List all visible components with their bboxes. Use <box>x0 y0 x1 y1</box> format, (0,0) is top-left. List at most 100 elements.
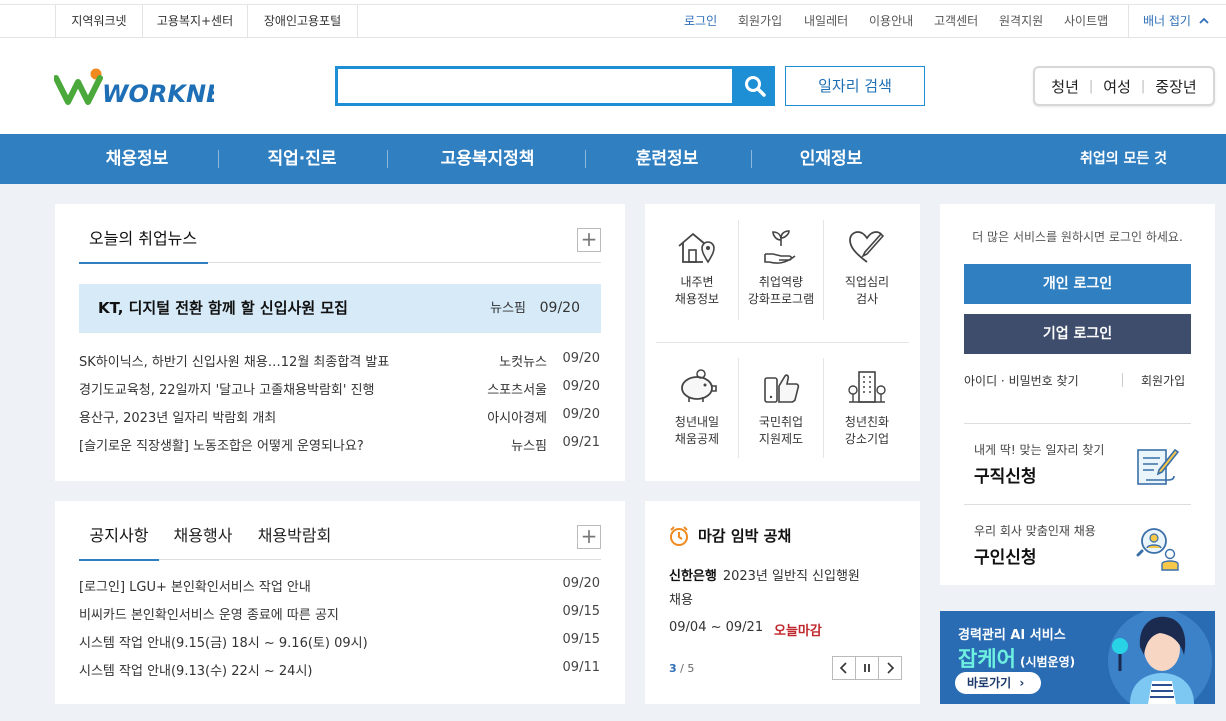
search-button[interactable] <box>735 66 775 106</box>
jobcare-ad-banner[interactable]: 경력관리 AI 서비스 잡케어 (시범운영) 바로가기 › <box>940 611 1215 704</box>
naeil-letter-link[interactable]: 내일레터 <box>804 4 848 38</box>
chevron-right-icon <box>879 662 901 683</box>
search-input[interactable] <box>335 66 735 106</box>
deadline-status: 오늘마감 <box>774 624 822 639</box>
personal-login-button[interactable]: 개인 로그인 <box>964 264 1191 304</box>
deadline-job-posting[interactable]: 신한은행 2023년 일반직 신입행원 채용 <box>669 565 899 613</box>
next-button[interactable] <box>878 656 902 680</box>
news-item-date: 09/20 <box>562 407 600 422</box>
job-seek-title[interactable]: 구직신청 <box>974 462 1037 487</box>
notice-item-title[interactable]: 시스템 작업 안내(9.13(수) 22시 ~ 24시) <box>79 660 519 679</box>
find-id-password-link[interactable]: 아이디 · 비밀번호 찾기 <box>964 372 1079 389</box>
news-item-title[interactable]: 경기도교육청, 22일까지 '달고나 고졸채용박람회' 진행 <box>79 379 469 398</box>
hire-subtitle: 우리 회사 맞춤인재 채용 <box>974 524 1096 538</box>
signup-link[interactable]: 회원가입 <box>738 4 782 38</box>
customer-center-link[interactable]: 고객센터 <box>934 4 978 38</box>
remote-support-link[interactable]: 원격지원 <box>999 4 1043 38</box>
news-item-date: 09/21 <box>562 435 600 450</box>
service-psych-test[interactable]: 직업심리 검사 <box>825 226 909 308</box>
logo-text: WORKNET <box>102 80 214 108</box>
ad-cta-button[interactable]: 바로가기 › <box>955 672 1041 694</box>
nav-divider <box>751 150 752 168</box>
service-youth-friendly-companies[interactable]: 청년친화 강소기업 <box>825 366 909 448</box>
ad-line2: 잡케어 <box>958 647 1016 671</box>
service-employability-program[interactable]: 취업역량 강화프로그램 <box>739 226 823 308</box>
notice-more-button[interactable]: + <box>577 525 601 549</box>
deadline-period: 09/04 ~ 09/21 <box>669 620 764 635</box>
piggy-bank-icon <box>655 366 739 408</box>
target-youth[interactable]: 청년 <box>1051 76 1079 97</box>
featured-news-title[interactable]: KT, 디지털 전환 함께 할 신입사원 모집 <box>98 284 438 333</box>
news-more-button[interactable]: + <box>577 228 601 252</box>
featured-news-date: 09/20 <box>539 300 580 316</box>
thumbs-up-icon <box>739 366 823 408</box>
service-label: 검사 <box>855 292 879 306</box>
nav-talent[interactable]: 인재정보 <box>776 134 886 184</box>
hire-title[interactable]: 구인신청 <box>974 543 1037 568</box>
ad-character-illustration <box>1108 611 1212 704</box>
service-nearby-jobs[interactable]: 내주변 채용정보 <box>655 226 739 308</box>
nav-recruitment[interactable]: 채용정보 <box>83 134 191 184</box>
tab-recruit-events[interactable]: 채용행사 <box>163 524 243 548</box>
pause-icon <box>856 664 878 683</box>
link-disability-employment-portal[interactable]: 장애인고용포털 <box>248 4 358 38</box>
ad-cta-label: 바로가기 <box>967 676 1012 690</box>
link-employment-welfare-center[interactable]: 고용복지+센터 <box>143 4 248 38</box>
page-current: 3 <box>669 662 677 675</box>
chevron-right-icon: › <box>1019 676 1025 690</box>
hand-plant-icon <box>739 226 823 268</box>
nav-divider <box>387 150 388 168</box>
signup-link[interactable]: 회원가입 <box>1141 372 1185 389</box>
featured-news-source: 뉴스핌 <box>490 301 526 316</box>
service-label: 청년친화 <box>844 415 890 429</box>
deadline-desc: 채용 <box>669 593 693 608</box>
service-national-employment-support[interactable]: 국민취업 지원제도 <box>739 366 823 448</box>
worknet-logo[interactable]: WORKNET <box>53 64 240 108</box>
service-label: 강소기업 <box>844 432 890 446</box>
company-login-button[interactable]: 기업 로그인 <box>964 314 1191 354</box>
news-item-title[interactable]: [슬기로운 직장생활] 노동조합은 어떻게 운영되나요? <box>79 435 469 454</box>
tab-notices[interactable]: 공지사항 <box>79 524 159 561</box>
divider: | <box>1088 78 1094 94</box>
nav-training[interactable]: 훈련정보 <box>612 134 722 184</box>
building-icon <box>825 366 909 408</box>
news-item-source: 노컷뉴스 <box>499 355 547 370</box>
notice-item-title[interactable]: 시스템 작업 안내(9.15(금) 18시 ~ 9.16(토) 09시) <box>79 632 519 651</box>
news-item-title[interactable]: 용산구, 2023년 일자리 박람회 개최 <box>79 407 469 426</box>
divider <box>823 358 824 458</box>
link-regional-worknet[interactable]: 지역워크넷 <box>55 4 143 38</box>
login-link[interactable]: 로그인 <box>684 4 717 38</box>
tab-today-news[interactable]: 오늘의 취업뉴스 <box>79 226 208 264</box>
notice-item-title[interactable]: 비씨카드 본인확인서비스 운영 종료에 따른 공지 <box>79 604 519 623</box>
news-item-source: 아시아경제 <box>487 411 547 426</box>
notice-item-date: 09/15 <box>562 604 600 619</box>
target-women[interactable]: 여성 <box>1103 76 1131 97</box>
chevron-left-icon <box>833 662 855 683</box>
nav-career[interactable]: 직업·진로 <box>247 134 357 184</box>
pause-button[interactable] <box>855 656 879 680</box>
deadline-pagination: 3 / 5 <box>669 662 694 675</box>
service-label: 강화프로그램 <box>747 292 815 306</box>
guide-link[interactable]: 이용안내 <box>869 4 913 38</box>
page-total: 5 <box>687 662 695 675</box>
tab-job-fairs[interactable]: 채용박람회 <box>247 524 342 548</box>
sitemap-link[interactable]: 사이트맵 <box>1064 4 1108 38</box>
banner-toggle-button[interactable]: 배너 접기 <box>1128 4 1226 38</box>
prev-button[interactable] <box>832 656 856 680</box>
notice-item-date: 09/11 <box>562 660 600 675</box>
service-label: 취업역량 <box>758 275 804 289</box>
target-group-selector: 청년 | 여성 | 중장년 <box>1033 66 1215 106</box>
service-youth-savings[interactable]: 청년내일 채움공제 <box>655 366 739 448</box>
news-item-title[interactable]: SK하이닉스, 하반기 신입사원 채용…12월 최종합격 발표 <box>79 351 469 370</box>
page-sep: / <box>680 662 684 675</box>
ad-line1: 경력관리 AI 서비스 <box>958 628 1066 643</box>
notice-item-date: 09/15 <box>562 632 600 647</box>
service-label: 지원제도 <box>758 432 804 446</box>
job-search-button[interactable]: 일자리 검색 <box>785 66 925 106</box>
alarm-clock-icon <box>668 525 690 551</box>
nav-all-about-employment[interactable]: 취업의 모든 것 <box>1080 134 1200 184</box>
divider <box>1122 373 1123 387</box>
target-middle-aged[interactable]: 중장년 <box>1155 76 1196 97</box>
notice-item-title[interactable]: [로그인] LGU+ 본인확인서비스 작업 안내 <box>79 576 519 595</box>
nav-welfare-policy[interactable]: 고용복지정책 <box>420 134 555 184</box>
